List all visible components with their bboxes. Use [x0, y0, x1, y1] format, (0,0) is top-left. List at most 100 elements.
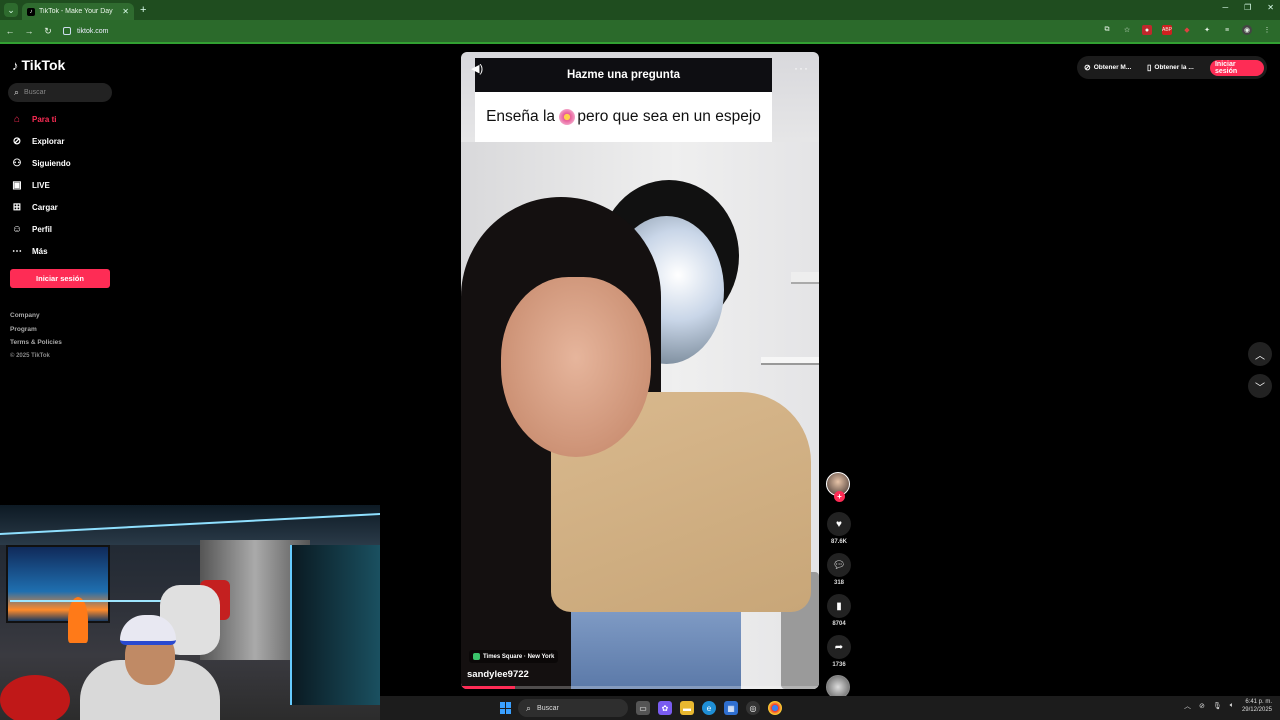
system-tray: ︿ ⊘ 🎙︎ 🔈︎ 6:41 p. m. 29/12/2025: [1184, 698, 1272, 714]
login-button[interactable]: Iniciar sesión: [10, 269, 110, 288]
cam-red-object: [0, 675, 70, 720]
volume-icon[interactable]: ◀): [471, 62, 483, 75]
minimize-icon[interactable]: ─: [1222, 3, 1228, 12]
video-progress-fill: [461, 686, 515, 689]
new-tab-button[interactable]: +: [140, 4, 146, 16]
save-action[interactable]: ▮ 8704: [826, 594, 852, 627]
profile-icon: ☺: [11, 223, 23, 235]
adblock-icon[interactable]: ABP: [1162, 25, 1172, 35]
tray-chevron-up-icon[interactable]: ︿: [1184, 701, 1191, 711]
flower-emoji-icon: [559, 109, 576, 125]
sidebar-item-live[interactable]: ▣ LIVE: [10, 174, 120, 196]
microphone-icon[interactable]: 🎙︎: [1213, 702, 1222, 710]
close-window-icon[interactable]: ✕: [1267, 3, 1274, 12]
tray-app-icon[interactable]: ⊘: [1199, 702, 1205, 710]
sidebar-item-perfil[interactable]: ☺ Perfil: [10, 218, 120, 240]
restore-icon[interactable]: ❐: [1244, 3, 1251, 12]
footer-link-terms[interactable]: Terms & Policies: [10, 336, 62, 350]
sidebar-item-cargar[interactable]: ⊞ Cargar: [10, 196, 120, 218]
more-options-icon[interactable]: ···: [794, 61, 809, 75]
back-icon[interactable]: ←: [1, 26, 19, 36]
bookmark-icon[interactable]: ▮: [827, 594, 851, 618]
url-text: tiktok.com: [77, 27, 109, 35]
site-info-icon[interactable]: [63, 27, 71, 35]
search-placeholder: Buscar: [24, 89, 46, 96]
follow-plus-icon[interactable]: +: [834, 491, 845, 502]
extensions-puzzle-icon[interactable]: ✦: [1202, 25, 1212, 35]
install-app-icon[interactable]: ⧉: [1102, 25, 1112, 35]
comment-action[interactable]: 💬︎ 318: [826, 553, 852, 586]
header-login-button[interactable]: Iniciar sesión: [1209, 59, 1264, 76]
heart-icon[interactable]: ♥: [827, 512, 851, 536]
sidebar-item-label: Siguiendo: [32, 158, 71, 168]
more-icon: ⋯: [12, 245, 22, 257]
windows-start-icon[interactable]: [500, 702, 512, 714]
following-icon: ⚇: [12, 157, 22, 169]
webcam-overlay: [0, 505, 380, 720]
sidebar-item-mas[interactable]: ⋯ Más: [10, 240, 120, 262]
toolbar-divider: [0, 42, 1280, 44]
like-count: 87.6K: [830, 539, 847, 545]
like-action[interactable]: ♥ 87.6K: [826, 512, 852, 545]
browser-menu-icon[interactable]: ⋮: [1262, 25, 1272, 35]
comment-icon[interactable]: 💬︎: [827, 553, 851, 577]
cam-ceiling: [0, 505, 380, 545]
windows-taskbar: ⌕ Buscar ▭ ✿ ▬ e ▦ ◎ ︿ ⊘ 🎙︎ 🔈︎ 6:41 p. m…: [380, 696, 1280, 720]
copyright: © 2025 TikTok: [10, 352, 50, 359]
location-tag[interactable]: Times Square · New York: [469, 650, 559, 663]
extension-icon[interactable]: ◆: [1182, 25, 1192, 35]
profile-avatar-icon[interactable]: ◉: [1242, 25, 1252, 35]
question-sticker: Hazme una pregunta Enseña la pero que se…: [475, 58, 772, 142]
taskbar-search[interactable]: ⌕ Buscar: [518, 699, 628, 717]
footer-link-company[interactable]: Company: [10, 309, 62, 323]
footer-link-program[interactable]: Program: [10, 323, 62, 337]
browser-tab[interactable]: ♪ TikTok - Make Your Day ✕: [22, 3, 134, 20]
share-count: 1736: [832, 662, 846, 668]
browser-toolbar: ← → ↻ tiktok.com ⧉ ☆ ● ABP ◆ ✦ ≡ ◉ ⋮: [0, 20, 1280, 42]
store-icon[interactable]: ▦: [724, 701, 738, 715]
taskbar-clock[interactable]: 6:41 p. m. 29/12/2025: [1242, 698, 1272, 714]
video-shelf-top: [791, 272, 819, 284]
media-control-icon[interactable]: ≡: [1222, 25, 1232, 35]
browser-tab-strip: ⌄ ♪ TikTok - Make Your Day ✕ + ─ ❐ ✕: [0, 0, 1280, 20]
sidebar-item-explorar[interactable]: ⊘ Explorar: [10, 130, 120, 152]
file-explorer-icon[interactable]: ▬: [680, 701, 694, 715]
video-player[interactable]: Hazme una pregunta Enseña la pero que se…: [461, 52, 819, 689]
clock-time: 6:41 p. m.: [1245, 699, 1272, 705]
address-bar[interactable]: tiktok.com: [63, 27, 109, 35]
clock-date: 29/12/2025: [1241, 707, 1272, 713]
cam-tv-screen: [6, 545, 110, 643]
speaker-icon[interactable]: 🔈︎: [1230, 702, 1234, 710]
obs-icon[interactable]: ◎: [746, 701, 760, 715]
sidebar-item-para-ti[interactable]: ⌂ Para ti: [10, 108, 120, 130]
extension-red-icon[interactable]: ●: [1142, 25, 1152, 35]
tab-close-icon[interactable]: ✕: [122, 7, 129, 16]
forward-icon[interactable]: →: [20, 26, 38, 36]
get-coins-button[interactable]: ⊘ Obtener M...: [1084, 63, 1147, 72]
video-jeans: [571, 612, 741, 689]
edge-icon[interactable]: e: [702, 701, 716, 715]
copilot-icon[interactable]: ✿: [658, 701, 672, 715]
get-app-button[interactable]: ▯ Obtener la ...: [1147, 63, 1210, 72]
get-coins-label: Obtener M...: [1093, 64, 1132, 71]
previous-video-chevron-up-icon[interactable]: ︿: [1248, 342, 1272, 366]
video-face: [501, 277, 651, 457]
chrome-icon[interactable]: [768, 701, 782, 715]
sidebar-item-siguiendo[interactable]: ⚇ Siguiendo: [10, 152, 120, 174]
top-right-actions: ⊘ Obtener M... ▯ Obtener la ... Iniciar …: [1077, 56, 1267, 79]
reload-icon[interactable]: ↻: [39, 26, 57, 37]
bookmark-star-icon[interactable]: ☆: [1122, 25, 1132, 35]
task-view-icon[interactable]: ▭: [636, 701, 650, 715]
compass-icon: ⊘: [12, 135, 22, 147]
creator-avatar[interactable]: +: [826, 472, 850, 502]
tab-search-icon[interactable]: ⌄: [4, 3, 18, 17]
tab-title: TikTok - Make Your Day: [39, 8, 113, 15]
share-icon[interactable]: ➦: [827, 635, 851, 659]
video-username[interactable]: sandylee9722: [467, 669, 529, 680]
search-icon: ⌕: [14, 87, 20, 97]
video-progress-bar[interactable]: [461, 686, 819, 689]
next-video-chevron-down-icon[interactable]: ﹀: [1248, 374, 1272, 398]
search-input[interactable]: ⌕ Buscar: [8, 83, 112, 102]
tiktok-logo[interactable]: ♪ TikTok: [12, 57, 65, 73]
share-action[interactable]: ➦ 1736: [826, 635, 852, 668]
